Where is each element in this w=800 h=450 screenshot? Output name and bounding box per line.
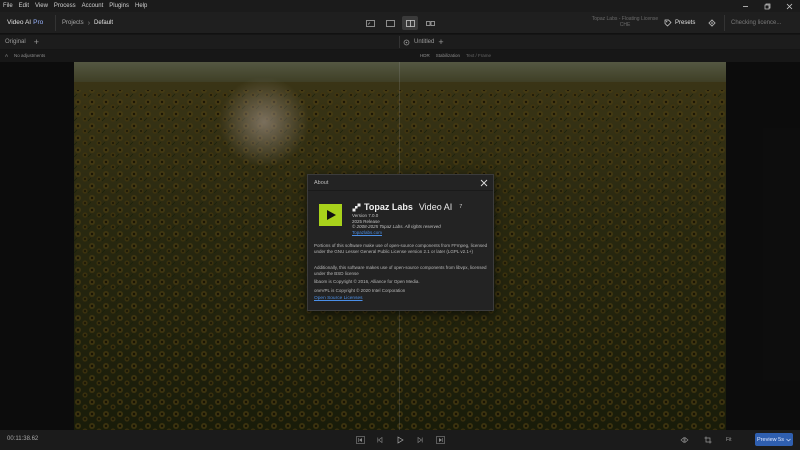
add-tab-right-button[interactable]: +	[438, 37, 443, 47]
crop-button[interactable]	[702, 434, 714, 446]
info-detail: Text / Frame	[466, 53, 492, 58]
split-view-button[interactable]	[402, 16, 418, 30]
menu-account[interactable]: Account	[79, 0, 107, 12]
topaz-logo-icon	[352, 203, 361, 211]
full-view-button[interactable]	[382, 16, 398, 30]
previous-frame-button[interactable]	[374, 434, 386, 446]
breadcrumb-current: Default	[94, 20, 114, 26]
transport-bar: 00:11:38.62 Fit Preview 5s	[0, 430, 800, 450]
checking-licence: Checking licence...	[724, 15, 781, 31]
libaom-notice: libaom is Copyright © 2016, Alliance for…	[314, 279, 420, 284]
full-view-icon	[385, 19, 395, 27]
menu-view[interactable]: View	[32, 0, 51, 12]
license-status: Topaz Labs - Floating License CHE	[591, 16, 659, 28]
product-name: Video AI	[418, 202, 453, 212]
next-frame-button[interactable]	[414, 434, 426, 446]
onevpl-notice: oneVPL is Copyright © 2020 Intel Corpora…	[314, 288, 406, 293]
chevron-down-icon	[786, 438, 791, 441]
ffmpeg-notice: Portions of this software make use of op…	[314, 243, 488, 254]
step-forward-icon	[417, 436, 423, 444]
open-source-licenses-link[interactable]: Open Source Licenses	[314, 296, 363, 301]
play-icon	[397, 436, 404, 444]
app-title: Video AI Pro	[7, 19, 43, 26]
app-tier: Pro	[33, 19, 44, 26]
go-to-start-button[interactable]	[354, 434, 366, 446]
close-icon[interactable]	[778, 0, 800, 12]
tab-untitled[interactable]: Untitled	[414, 39, 434, 45]
menu-edit[interactable]: Edit	[16, 0, 32, 12]
panel-divider	[399, 36, 400, 48]
copyright-text: © 2008-2025 Topaz Labs. All rights reser…	[352, 224, 441, 229]
about-dialog-title: About	[314, 180, 329, 186]
restore-icon[interactable]	[756, 0, 778, 12]
playback-controls	[354, 434, 446, 446]
video-ai-logo	[319, 204, 342, 226]
gear-icon	[708, 19, 716, 27]
product-major: 7	[459, 204, 463, 210]
target-icon	[403, 39, 410, 45]
split-view-icon	[405, 19, 415, 27]
close-icon	[480, 179, 487, 186]
version-info: Version 7.0.0 2025 Release © 2008-2025 T…	[352, 213, 441, 235]
breadcrumb-projects[interactable]: Projects	[62, 20, 84, 26]
timecode: 00:11:38.62	[7, 436, 39, 442]
compare-icon	[680, 436, 688, 444]
info-stabilization: Stabilization	[435, 53, 461, 58]
single-view-icon	[365, 19, 375, 27]
side-by-side-icon	[425, 20, 435, 26]
menu-process[interactable]: Process	[51, 0, 79, 12]
presets-label: Presets	[675, 20, 696, 26]
preview-label: Preview 5s	[757, 436, 784, 443]
crop-icon	[704, 436, 712, 444]
chevron-right-icon: ›	[87, 19, 91, 27]
single-view-button[interactable]	[362, 16, 378, 30]
preview-button[interactable]: Preview 5s	[755, 433, 793, 446]
settings-button[interactable]	[706, 17, 718, 29]
view-tools: Fit	[678, 434, 732, 446]
about-dialog: About Topaz Labs Video AI 7 Version 7.0.…	[307, 174, 494, 311]
panel-tabs-bar: Original + Untitled +	[0, 35, 800, 49]
minimize-icon[interactable]	[734, 0, 756, 12]
skip-start-icon	[355, 436, 365, 444]
menu-help[interactable]: Help	[132, 0, 150, 12]
step-back-icon	[377, 436, 383, 444]
website-link[interactable]: Topazlabs.com	[352, 230, 441, 236]
zoom-fit[interactable]: Fit	[726, 437, 732, 443]
info-hdr: HDR	[420, 53, 430, 58]
add-tab-left-button[interactable]: +	[34, 37, 39, 47]
menu-bar: File Edit View Process Account Plugins H…	[0, 0, 800, 12]
skip-end-icon	[435, 436, 445, 444]
go-to-end-button[interactable]	[434, 434, 446, 446]
play-icon	[326, 210, 336, 220]
about-close-button[interactable]	[479, 178, 488, 187]
presets-button[interactable]: Presets	[664, 17, 695, 29]
info-bar: A No adjustments HDR Stabilization Text …	[0, 50, 800, 62]
compare-button[interactable]	[678, 434, 690, 446]
menu-file[interactable]: File	[0, 0, 16, 12]
about-dialog-header: About	[308, 175, 493, 191]
side-by-side-button[interactable]	[422, 16, 438, 30]
view-mode-group	[362, 16, 438, 30]
play-button[interactable]	[394, 434, 406, 446]
brand-name: Topaz Labs	[364, 202, 413, 212]
tab-original[interactable]: Original	[5, 39, 26, 45]
menu-plugins[interactable]: Plugins	[106, 0, 132, 12]
info-a: A	[5, 53, 9, 58]
info-adjustments: No adjustments	[14, 53, 46, 58]
tag-icon	[664, 19, 672, 27]
libvpx-notice: Additionally, this software makes use of…	[314, 265, 487, 276]
brand-row: Topaz Labs Video AI 7	[352, 202, 462, 212]
breadcrumb: Projects › Default	[55, 15, 113, 31]
top-toolbar: Video AI Pro Projects › Default Topaz Lab…	[0, 12, 800, 34]
app-name: Video AI	[7, 19, 32, 26]
